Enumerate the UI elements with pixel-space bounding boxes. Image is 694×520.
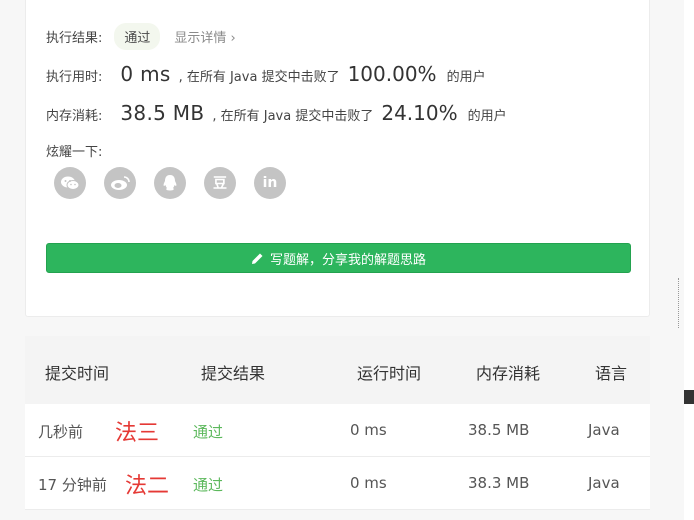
right-side-panel bbox=[684, 0, 694, 520]
memory-users-text: 的用户 bbox=[467, 109, 507, 124]
side-scroll-thumb[interactable] bbox=[684, 390, 694, 404]
memory-row: 内存消耗: 38.5 MB , 在所有 Java 提交中击败了 24.10% 的… bbox=[46, 101, 507, 125]
show-details-link[interactable]: 显示详情 › bbox=[174, 27, 235, 46]
share-icons: 豆 in bbox=[54, 167, 304, 199]
memory-value: 38.5 MB bbox=[120, 101, 205, 125]
submission-result-card: 执行结果: 通过 显示详情 › 执行用时: 0 ms , 在所有 Java 提交… bbox=[25, 0, 650, 317]
wechat-icon[interactable] bbox=[54, 167, 86, 199]
header-submit-time: 提交时间 bbox=[45, 364, 110, 383]
annotation-note: 法二 bbox=[125, 474, 170, 499]
table-row[interactable]: 几秒前 法三 通过 0 ms 38.5 MB Java bbox=[25, 404, 650, 457]
runtime-users-text: 的用户 bbox=[446, 70, 486, 85]
table-header: 提交时间 提交结果 运行时间 内存消耗 语言 bbox=[25, 336, 650, 404]
runtime-cell: 0 ms bbox=[350, 421, 387, 439]
memory-label: 内存消耗: bbox=[46, 109, 103, 124]
runtime-value: 0 ms bbox=[120, 62, 171, 86]
result-link[interactable]: 通过 bbox=[193, 421, 223, 442]
weibo-icon[interactable] bbox=[104, 167, 136, 199]
memory-percent: 24.10% bbox=[381, 101, 458, 125]
submissions-table: 提交时间 提交结果 运行时间 内存消耗 语言 几秒前 法三 通过 0 ms 38… bbox=[25, 336, 650, 510]
status-badge: 通过 bbox=[114, 23, 161, 50]
submit-time: 几秒前 bbox=[38, 423, 84, 441]
resize-handle[interactable] bbox=[678, 278, 681, 328]
douban-icon[interactable]: 豆 bbox=[204, 167, 236, 199]
share-label: 炫耀一下: bbox=[46, 145, 103, 160]
runtime-cell: 0 ms bbox=[350, 474, 387, 492]
write-solution-label: 写题解，分享我的解题思路 bbox=[269, 252, 426, 268]
result-row: 执行结果: 通过 显示详情 › bbox=[46, 23, 236, 50]
table-row[interactable]: 17 分钟前 法二 通过 0 ms 38.3 MB Java bbox=[25, 457, 650, 510]
header-runtime: 运行时间 bbox=[357, 364, 422, 383]
qq-icon[interactable] bbox=[154, 167, 186, 199]
language-cell: Java bbox=[588, 474, 620, 492]
write-solution-button[interactable]: 写题解，分享我的解题思路 bbox=[46, 243, 631, 273]
memory-beat-text: , 在所有 Java 提交中击败了 bbox=[212, 109, 374, 124]
runtime-beat-text: , 在所有 Java 提交中击败了 bbox=[178, 70, 340, 85]
submit-time: 17 分钟前 bbox=[38, 476, 107, 494]
linkedin-icon[interactable]: in bbox=[254, 167, 286, 199]
runtime-row: 执行用时: 0 ms , 在所有 Java 提交中击败了 100.00% 的用户 bbox=[46, 62, 486, 86]
result-label: 执行结果: bbox=[46, 31, 103, 46]
runtime-label: 执行用时: bbox=[46, 70, 103, 85]
header-language: 语言 bbox=[595, 364, 628, 383]
annotation-note: 法三 bbox=[115, 421, 160, 446]
header-memory: 内存消耗 bbox=[476, 364, 541, 383]
runtime-percent: 100.00% bbox=[347, 62, 437, 86]
result-link[interactable]: 通过 bbox=[193, 474, 223, 495]
memory-cell: 38.5 MB bbox=[468, 421, 530, 439]
header-submit-result: 提交结果 bbox=[201, 364, 266, 383]
language-cell: Java bbox=[588, 421, 620, 439]
memory-cell: 38.3 MB bbox=[468, 474, 530, 492]
pencil-icon bbox=[251, 253, 263, 264]
